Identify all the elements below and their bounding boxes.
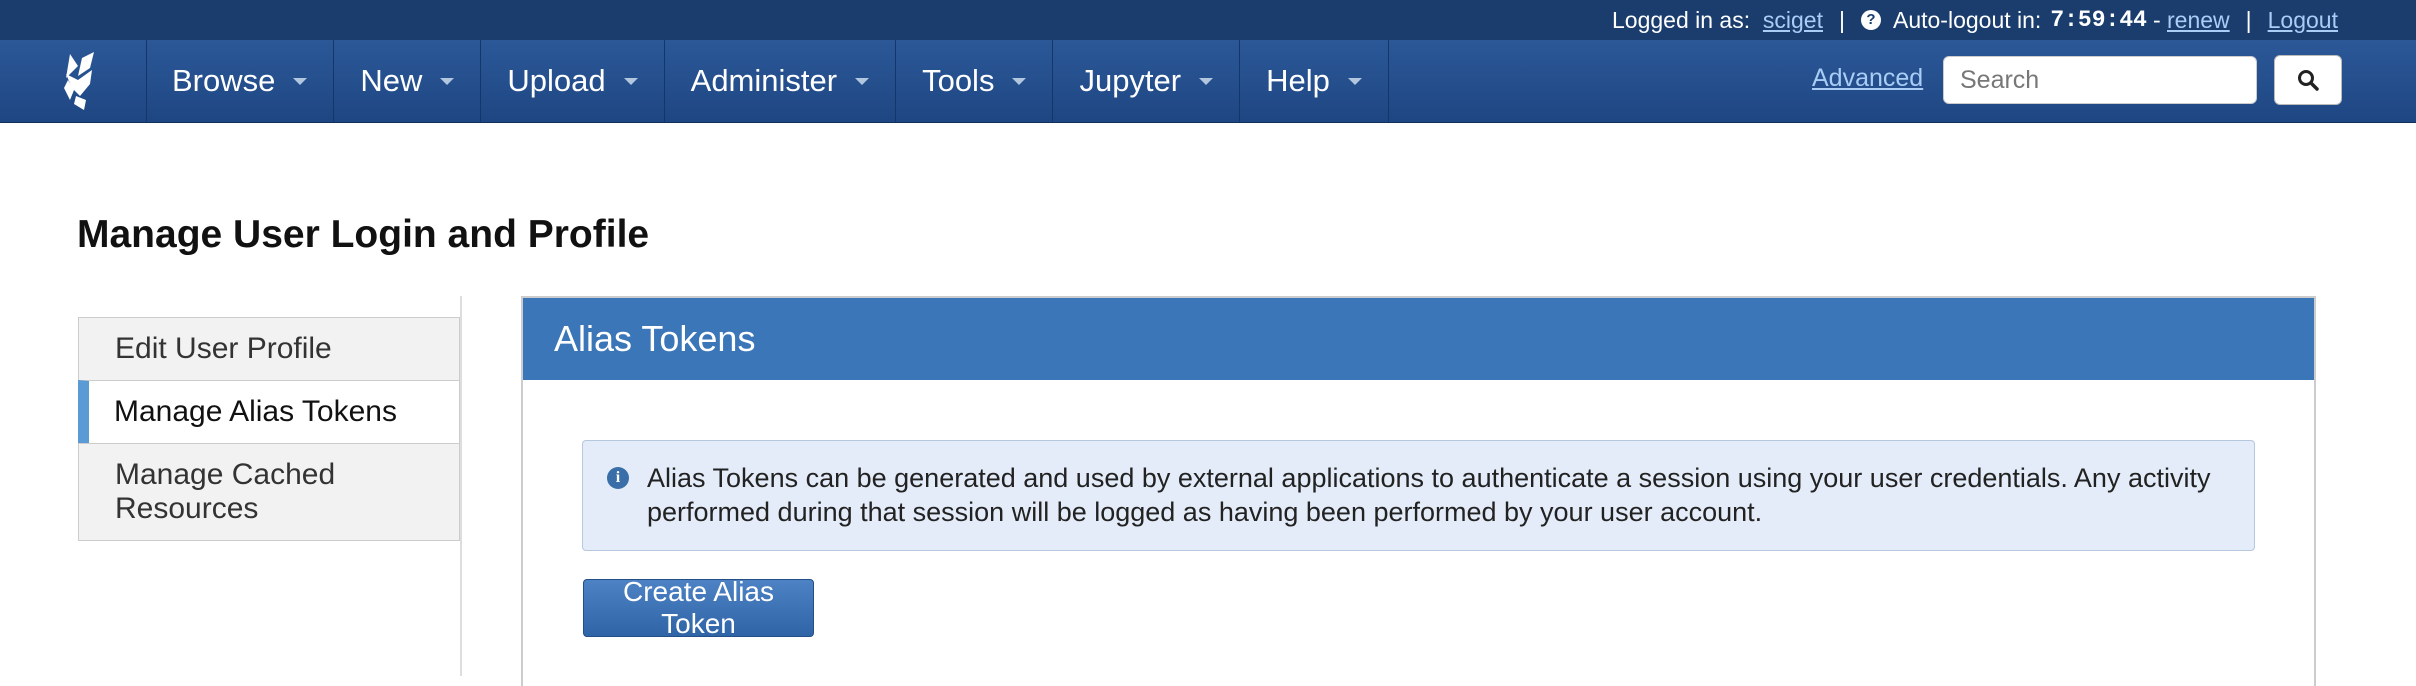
caret-down-icon bbox=[855, 77, 870, 85]
caret-down-icon bbox=[623, 77, 638, 85]
nav-new[interactable]: New bbox=[334, 40, 482, 122]
search-icon bbox=[2298, 70, 2319, 91]
username-link[interactable]: sciget bbox=[1763, 7, 1823, 34]
dash-separator: - bbox=[2152, 6, 2161, 33]
advanced-search-link[interactable]: Advanced bbox=[1812, 64, 1923, 93]
nav-upload[interactable]: Upload bbox=[481, 40, 665, 122]
nav-browse[interactable]: Browse bbox=[146, 40, 335, 122]
page-title: Manage User Login and Profile bbox=[77, 213, 650, 256]
logged-in-label: Logged in as: bbox=[1612, 6, 1751, 33]
top-status-bar: Logged in as: sciget | ? Auto-logout in:… bbox=[0, 0, 2416, 40]
sidebar-item-edit-user-profile[interactable]: Edit User Profile bbox=[78, 317, 460, 381]
nav-jupyter-label: Jupyter bbox=[1079, 63, 1182, 98]
logout-timer: 7:59:44 bbox=[2050, 7, 2147, 33]
logout-link[interactable]: Logout bbox=[2268, 7, 2338, 34]
search-button[interactable] bbox=[2274, 55, 2342, 105]
question-circle-icon: ? bbox=[1860, 10, 1881, 30]
nav-tools-label: Tools bbox=[922, 63, 995, 98]
alias-tokens-panel: Alias Tokens i Alias Tokens can be gener… bbox=[521, 296, 2316, 686]
separator: | bbox=[1839, 6, 1845, 33]
auto-logout-label: Auto-logout in: bbox=[1892, 6, 2042, 33]
create-alias-token-button[interactable]: Create Alias Token bbox=[583, 576, 814, 639]
nav-administer-label: Administer bbox=[690, 63, 838, 98]
sidebar-item-manage-alias-tokens[interactable]: Manage Alias Tokens bbox=[78, 380, 460, 444]
sidebar-item-manage-cached-resources[interactable]: Manage Cached Resources bbox=[78, 443, 460, 541]
sidebar-nav: Edit User Profile Manage Alias Tokens Ma… bbox=[78, 317, 460, 541]
caret-down-icon bbox=[1012, 77, 1027, 85]
search-input[interactable] bbox=[1943, 56, 2257, 104]
info-alert: i Alias Tokens can be generated and used… bbox=[582, 440, 2255, 551]
caret-down-icon bbox=[1347, 77, 1362, 85]
nav-new-label: New bbox=[360, 63, 423, 98]
nav-help[interactable]: Help bbox=[1240, 40, 1389, 122]
nav-upload-label: Upload bbox=[507, 63, 606, 98]
panel-title: Alias Tokens bbox=[523, 298, 2314, 380]
caret-down-icon bbox=[293, 77, 308, 85]
nav-help-label: Help bbox=[1266, 63, 1330, 98]
nav-administer[interactable]: Administer bbox=[665, 40, 897, 122]
renew-link[interactable]: renew bbox=[2167, 7, 2230, 34]
main-navbar: Browse New Upload Administer Tools Jupyt… bbox=[0, 40, 2416, 123]
info-message: Alias Tokens can be generated and used b… bbox=[647, 463, 2211, 527]
nav-jupyter[interactable]: Jupyter bbox=[1053, 40, 1241, 122]
galaxy-logo-icon[interactable] bbox=[0, 40, 147, 122]
nav-tools[interactable]: Tools bbox=[896, 40, 1054, 122]
info-circle-icon: i bbox=[607, 467, 629, 489]
caret-down-icon bbox=[440, 77, 455, 85]
sidebar: Edit User Profile Manage Alias Tokens Ma… bbox=[78, 296, 462, 676]
nav-browse-label: Browse bbox=[172, 63, 276, 98]
caret-down-icon bbox=[1199, 77, 1214, 85]
separator: | bbox=[2245, 6, 2252, 33]
